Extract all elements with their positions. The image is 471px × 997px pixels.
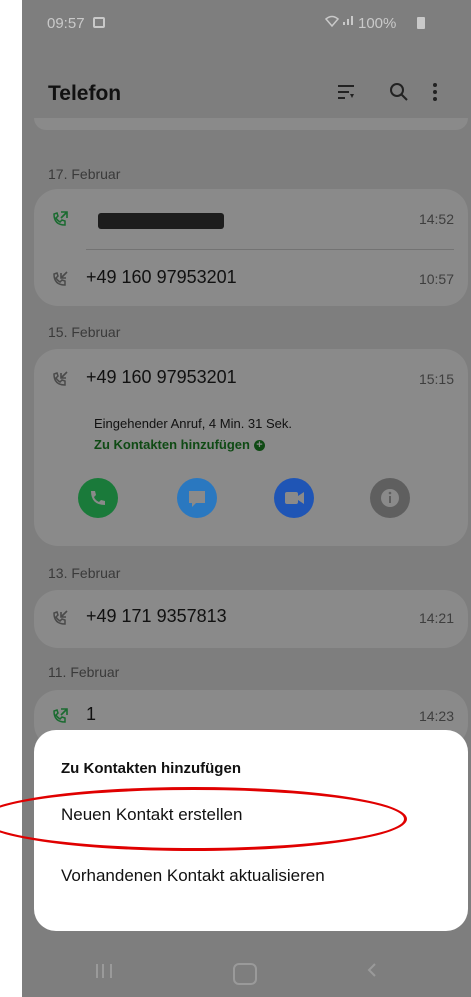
info-icon[interactable] <box>370 478 410 518</box>
call-card: 14:52 +49 160 97953201 10:57 <box>34 189 468 306</box>
battery-percent: 100% <box>358 15 397 32</box>
call-time: 14:23 <box>418 708 454 724</box>
highlight-ellipse <box>0 787 407 851</box>
phone-number: +49 160 97953201 <box>86 367 237 387</box>
call-detail: Eingehender Anruf, 4 Min. 31 Sek. <box>94 416 293 431</box>
status-time: 09:57 <box>47 15 85 32</box>
message-icon[interactable] <box>177 478 217 518</box>
date-header: 15. Februar <box>48 324 121 340</box>
incoming-call-icon <box>50 608 70 628</box>
call-time: 10:57 <box>418 271 454 287</box>
date-header: 11. Februar <box>48 664 120 680</box>
call-time: 14:52 <box>418 211 454 227</box>
add-to-contacts-link[interactable]: Zu Kontakten hinzufügen + <box>94 437 265 452</box>
signal-icon <box>342 14 354 29</box>
update-existing-contact-option[interactable]: Vorhandenen Kontakt aktualisieren <box>61 866 325 886</box>
wifi-icon <box>324 14 340 30</box>
phone-number: 1 <box>86 704 97 724</box>
call-row[interactable]: +49 160 97953201 10:57 <box>34 253 468 307</box>
call-card: +49 171 9357813 14:21 <box>34 590 468 648</box>
filter-icon[interactable] <box>332 78 360 106</box>
home-icon[interactable] <box>233 963 257 985</box>
video-call-icon[interactable] <box>274 478 314 518</box>
call-row[interactable]: +49 171 9357813 14:21 <box>34 592 468 646</box>
outgoing-call-icon <box>50 706 70 726</box>
date-header: 13. Februar <box>48 565 121 581</box>
app-header: Telefon <box>22 72 471 116</box>
call-time: 14:21 <box>418 610 454 626</box>
outgoing-call-icon <box>50 209 70 229</box>
sheet-title: Zu Kontakten hinzufügen <box>61 760 241 777</box>
call-time: 15:15 <box>418 371 454 387</box>
status-bar: 09:57 100% <box>22 0 471 46</box>
page-title: Telefon <box>48 82 122 105</box>
call-row[interactable]: +49 160 97953201 15:15 <box>34 353 468 407</box>
redacted-contact-name <box>98 213 224 229</box>
battery-icon <box>417 17 425 29</box>
gallery-icon <box>93 17 105 28</box>
plus-circle-icon: + <box>253 440 265 452</box>
call-card-partial <box>34 118 468 130</box>
back-icon[interactable] <box>365 963 379 977</box>
row-divider <box>86 249 454 250</box>
navigation-bar <box>22 963 471 997</box>
more-vertical-icon[interactable] <box>421 78 449 106</box>
phone-number: +49 160 97953201 <box>86 267 237 287</box>
add-to-contacts-label: Zu Kontakten hinzufügen <box>94 437 250 452</box>
date-header: 17. Februar <box>48 166 121 182</box>
phone-number: +49 171 9357813 <box>86 606 227 626</box>
call-icon[interactable] <box>78 478 118 518</box>
call-row[interactable]: 14:52 <box>34 193 468 247</box>
incoming-call-icon <box>50 269 70 289</box>
recent-apps-icon[interactable] <box>96 964 112 978</box>
search-icon[interactable] <box>385 78 413 106</box>
incoming-call-icon <box>50 369 70 389</box>
